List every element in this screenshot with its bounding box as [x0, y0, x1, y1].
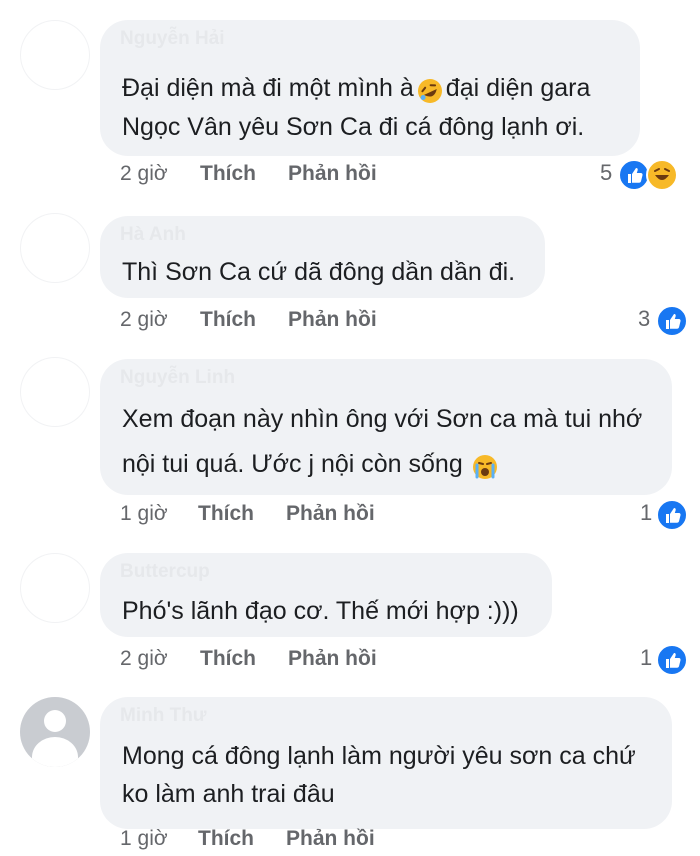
like-icon — [656, 644, 688, 676]
default-avatar-head — [44, 710, 66, 732]
comment-bubble: Buttercup Phó's lãnh đạo cơ. Thế mới hợp… — [100, 553, 552, 637]
comment-text-line: Ngọc Vân yêu Sơn Ca đi cá đông lạnh ơi. — [122, 113, 585, 141]
comment-time[interactable]: 1 giờ — [120, 502, 168, 526]
comment-time[interactable]: 2 giờ — [120, 162, 168, 186]
reaction-count: 5 — [600, 160, 613, 185]
haha-icon — [646, 159, 678, 191]
reply-button[interactable]: Phản hồi — [288, 162, 377, 186]
comment-text-line: Đại diện mà đi một mình à — [122, 74, 414, 102]
reaction-summary[interactable]: 1 — [640, 499, 690, 531]
comment-text-line: Thì Sơn Ca cứ dã đông dần dần đi. — [122, 258, 516, 286]
comment-text: nội tui quá. Ước j nội còn sống — [122, 442, 501, 486]
reply-button[interactable]: Phản hồi — [288, 308, 377, 332]
comment-time[interactable]: 2 giờ — [120, 647, 168, 671]
commenter-name[interactable]: Buttercup — [120, 561, 210, 583]
comment-text-line: nội tui quá. Ước j nội còn sống — [122, 450, 463, 478]
reaction-count: 3 — [638, 306, 651, 331]
comment-text-line: Mong cá đông lạnh làm người yêu sơn ca c… — [122, 742, 636, 770]
comment-bubble: Nguyễn Hải Đại diện mà đi một mình à đại … — [100, 20, 640, 156]
avatar[interactable] — [20, 213, 90, 283]
avatar[interactable] — [20, 697, 90, 767]
commenter-name[interactable]: Minh Thư — [120, 705, 207, 727]
like-button[interactable]: Thích — [198, 502, 254, 526]
reaction-summary[interactable]: 5 — [600, 159, 690, 191]
reaction-count: 1 — [640, 500, 653, 525]
reaction-count: 1 — [640, 645, 653, 670]
reaction-summary[interactable]: 1 — [640, 644, 690, 676]
reply-button[interactable]: Phản hồi — [288, 647, 377, 671]
like-button[interactable]: Thích — [200, 308, 256, 332]
reply-button[interactable]: Phản hồi — [286, 827, 375, 851]
reaction-summary[interactable]: 3 — [638, 305, 690, 337]
reply-button[interactable]: Phản hồi — [286, 502, 375, 526]
commenter-name[interactable]: Hà Anh — [120, 224, 186, 246]
comment-bubble: Hà Anh Thì Sơn Ca cứ dã đông dần dần đi. — [100, 216, 545, 298]
comment-bubble: Minh Thư Mong cá đông lạnh làm người yêu… — [100, 697, 672, 829]
comment-text-line: đại diện gara — [445, 74, 591, 102]
comment-bubble: Nguyễn Linh Xem đoạn này nhìn ông với Sơ… — [100, 359, 672, 495]
comment-text-line: Xem đoạn này nhìn ông với Sơn ca mà tui … — [122, 405, 643, 433]
avatar[interactable] — [20, 357, 90, 427]
avatar[interactable] — [20, 20, 90, 90]
commenter-name[interactable]: Nguyễn Linh — [120, 367, 235, 389]
comment-text-line: Phó's lãnh đạo cơ. Thế mới hợp :))) — [122, 597, 519, 625]
commenter-name[interactable]: Nguyễn Hải — [120, 28, 225, 50]
rolling-on-floor-laughing-icon — [416, 75, 444, 104]
comment-text: Đại diện mà đi một mình à đại diện gara — [122, 66, 590, 110]
avatar[interactable] — [20, 553, 90, 623]
like-button[interactable]: Thích — [198, 827, 254, 851]
like-button[interactable]: Thích — [200, 647, 256, 671]
like-icon — [656, 499, 688, 531]
default-avatar-body — [32, 737, 78, 767]
loudly-crying-face-icon — [471, 451, 499, 480]
comment-time[interactable]: 2 giờ — [120, 308, 168, 332]
comment-text-line: ko làm anh trai đâu — [122, 780, 335, 808]
comment-time[interactable]: 1 giờ — [120, 827, 168, 851]
like-button[interactable]: Thích — [200, 162, 256, 186]
like-icon — [656, 305, 688, 337]
